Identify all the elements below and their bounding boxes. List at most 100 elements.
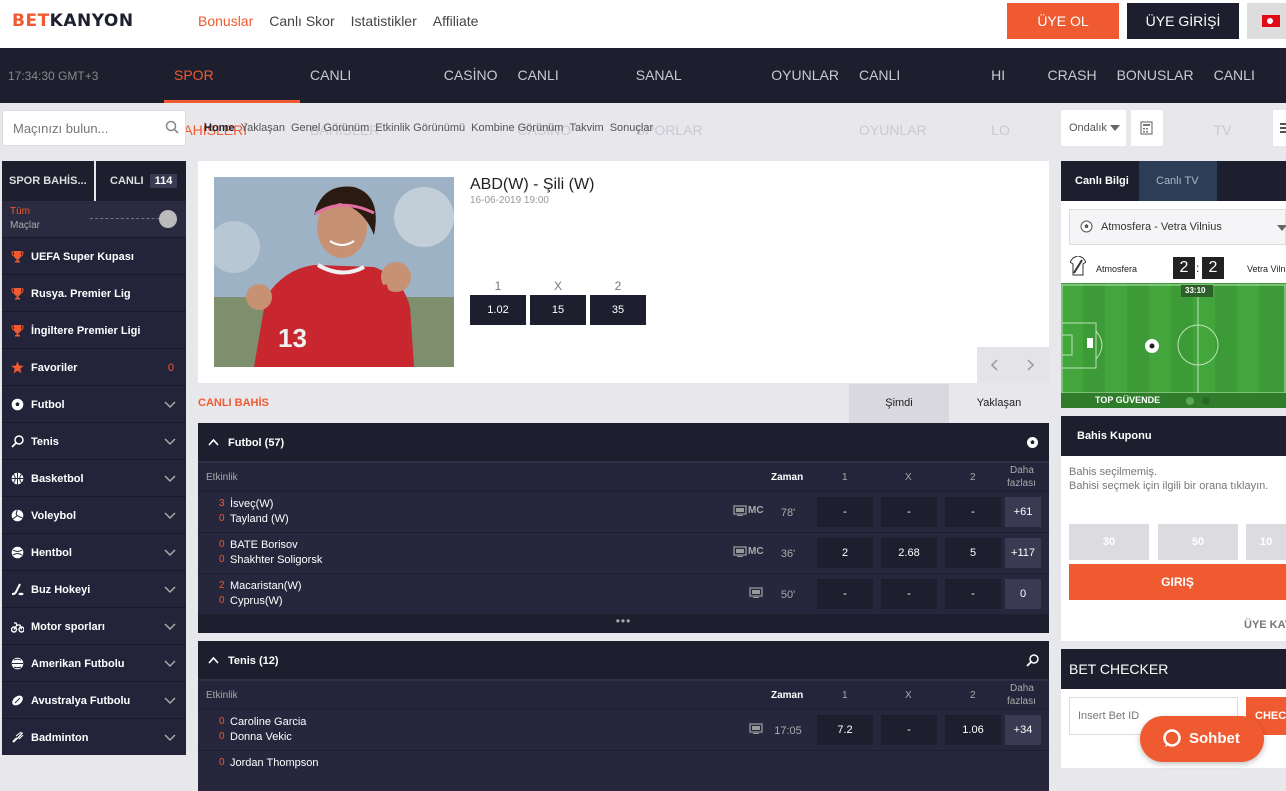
chevron-right-icon[interactable]: [1024, 359, 1036, 371]
sidebar-item-avustralya-futbolu[interactable]: Avustralya Futbolu: [2, 681, 186, 718]
more-markets-button[interactable]: 0: [1005, 579, 1041, 609]
more-markets-button[interactable]: +34: [1005, 715, 1041, 745]
search-icon[interactable]: [165, 120, 179, 134]
chevron-down-icon[interactable]: [164, 694, 176, 706]
nav-hi-lo[interactable]: HI LO: [981, 48, 1037, 138]
tab-canli[interactable]: CANLI 114: [94, 161, 186, 201]
featured-match-title[interactable]: ABD(W) - Şili (W): [470, 176, 594, 194]
event-row[interactable]: 0 BATE Borisov 0 Shakhter Soligorsk MC 36' 2 2.…: [198, 532, 1049, 573]
odd-2-button[interactable]: -: [945, 497, 1001, 527]
chevron-down-icon[interactable]: [164, 472, 176, 484]
sidebar-item-voleybol[interactable]: Voleybol: [2, 496, 186, 533]
crumb-sonuclar[interactable]: Sonuçlar: [610, 122, 653, 134]
match-center-icon[interactable]: MC: [748, 505, 764, 516]
tab-canli-tv[interactable]: Canlı TV: [1139, 161, 1217, 201]
nav-oyunlar[interactable]: OYUNLAR: [761, 48, 849, 103]
event-row[interactable]: 3 İsveç(W) 0 Tayland (W) MC 78' - - - +61: [198, 491, 1049, 532]
sidebar-item-buz-hokeyi[interactable]: Buz Hokeyi: [2, 570, 186, 607]
odd-1-button[interactable]: -: [817, 497, 873, 527]
featured-odd-x[interactable]: 15: [530, 295, 586, 325]
odd-2-button[interactable]: 1.06: [945, 715, 1001, 745]
chevron-up-icon[interactable]: [208, 655, 219, 666]
link-affiliate[interactable]: Affiliate: [433, 13, 479, 29]
crumb-genel-gorunum[interactable]: Genel Görünüm: [291, 122, 369, 134]
tab-yaklasan[interactable]: Yaklaşan: [949, 384, 1049, 423]
sidebar-item-badminton[interactable]: Badminton: [2, 718, 186, 755]
sidebar-item-uefa-super-kupası[interactable]: UEFA Super Kupası: [2, 237, 186, 274]
nav-canli-bahisler[interactable]: CANLI BAHİSLER: [300, 48, 434, 138]
odd-x-button[interactable]: -: [881, 715, 937, 745]
all-matches-toggle[interactable]: Tüm Maçlar: [2, 201, 186, 237]
more-markets-button[interactable]: +117: [1005, 538, 1041, 568]
chevron-down-icon[interactable]: [164, 731, 176, 743]
odd-2-button[interactable]: 5: [945, 538, 1001, 568]
odd-x-button[interactable]: 2.68: [881, 538, 937, 568]
featured-odd-1[interactable]: 1.02: [470, 295, 526, 325]
stake-100-button[interactable]: 10: [1246, 524, 1286, 560]
coupon-login-button[interactable]: GIRIŞ: [1069, 564, 1286, 600]
chevron-down-icon[interactable]: [164, 583, 176, 595]
more-dots-icon[interactable]: •••: [198, 614, 1049, 632]
odd-x-button[interactable]: -: [881, 497, 937, 527]
nav-canli-tv[interactable]: CANLI TV: [1204, 48, 1286, 138]
live-match-select[interactable]: Atmosfera - Vetra Vilnius: [1069, 209, 1286, 245]
tab-canli-bilgi[interactable]: Canlı Bilgi: [1061, 161, 1139, 201]
crumb-takvim[interactable]: Takvim: [569, 122, 603, 134]
odd-x-button[interactable]: -: [881, 579, 937, 609]
nav-sanal-sporlar[interactable]: SANAL SPORLAR: [626, 48, 762, 138]
chevron-down-icon[interactable]: [164, 546, 176, 558]
brand-logo[interactable]: BETKANYON: [12, 11, 134, 31]
event-row[interactable]: 0 Caroline Garcia 0 Donna Vekic 17:05 7.2-1.0…: [198, 709, 1049, 750]
sidebar-item-amerikan-futbolu[interactable]: Amerikan Futbolu: [2, 644, 186, 681]
stake-50-button[interactable]: 50: [1158, 524, 1238, 560]
odd-1-button[interactable]: -: [817, 579, 873, 609]
search-input[interactable]: [3, 111, 153, 145]
stake-30-button[interactable]: 30: [1069, 524, 1149, 560]
calculator-button[interactable]: [1131, 110, 1163, 146]
tv-icon[interactable]: [749, 723, 763, 734]
link-canli-skor[interactable]: Canlı Skor: [269, 13, 334, 29]
tennis-panel-header[interactable]: Tenis (12): [198, 641, 1049, 681]
odd-1-button[interactable]: 7.2: [817, 715, 873, 745]
link-bonuslar[interactable]: Bonuslar: [198, 13, 253, 29]
crumb-yaklasan[interactable]: Yaklaşan: [241, 122, 285, 134]
chevron-up-icon[interactable]: [208, 437, 219, 448]
chevron-down-icon[interactable]: [164, 657, 176, 669]
chevron-down-icon[interactable]: [164, 435, 176, 447]
nav-canli-casino[interactable]: CANLI CASİNO: [507, 48, 625, 138]
crumb-etkinlik-gorunumu[interactable]: Etkinlik Görünümü: [375, 122, 465, 134]
crumb-home[interactable]: Home: [204, 122, 235, 134]
chat-button[interactable]: Sohbet: [1140, 716, 1264, 762]
nav-canli-oyunlar[interactable]: CANLI OYUNLAR: [849, 48, 981, 138]
sidebar-item-i-ngiltere-premier-ligi[interactable]: İngiltere Premier Ligi: [2, 311, 186, 348]
more-markets-button[interactable]: +61: [1005, 497, 1041, 527]
tv-icon[interactable]: [733, 505, 747, 516]
event-row[interactable]: 2 Macaristan(W) 0 Cyprus(W) 50' - - -0: [198, 573, 1049, 614]
register-button[interactable]: ÜYE OL: [1007, 3, 1119, 39]
sidebar-item-tenis[interactable]: Tenis: [2, 422, 186, 459]
sidebar-item-rusya-premier-lig[interactable]: Rusya. Premier Lig: [2, 274, 186, 311]
sidebar-item-favoriler[interactable]: Favoriler 0: [2, 348, 186, 385]
match-center-icon[interactable]: MC: [748, 546, 764, 557]
nav-spor-bahisleri[interactable]: SPOR BAHİSLERİ: [164, 48, 301, 138]
chevron-down-icon[interactable]: [164, 620, 176, 632]
menu-button[interactable]: [1273, 110, 1286, 146]
chevron-left-icon[interactable]: [989, 359, 1001, 371]
toggle-knob[interactable]: [159, 210, 177, 228]
odd-2-button[interactable]: -: [945, 579, 1001, 609]
match-photo[interactable]: 13: [214, 177, 454, 367]
chevron-down-icon[interactable]: [164, 509, 176, 521]
sidebar-item-motor-sporları[interactable]: Motor sporları: [2, 607, 186, 644]
event-row[interactable]: 0 Jordan Thompson: [198, 750, 1049, 791]
featured-odd-2[interactable]: 35: [590, 295, 646, 325]
tv-icon[interactable]: [749, 587, 763, 598]
nav-crash[interactable]: CRASH: [1038, 48, 1107, 103]
nav-bonuslar[interactable]: BONUSLAR: [1107, 48, 1204, 103]
odds-format-select[interactable]: Ondalık: [1061, 110, 1126, 146]
turkey-flag-icon[interactable]: [1262, 15, 1280, 27]
crumb-kombine-gorunum[interactable]: Kombine Görünüm: [471, 122, 563, 134]
login-button[interactable]: ÜYE GİRİŞİ: [1127, 3, 1239, 39]
sidebar-item-hentbol[interactable]: Hentbol: [2, 533, 186, 570]
odd-1-button[interactable]: 2: [817, 538, 873, 568]
chevron-down-icon[interactable]: [164, 398, 176, 410]
